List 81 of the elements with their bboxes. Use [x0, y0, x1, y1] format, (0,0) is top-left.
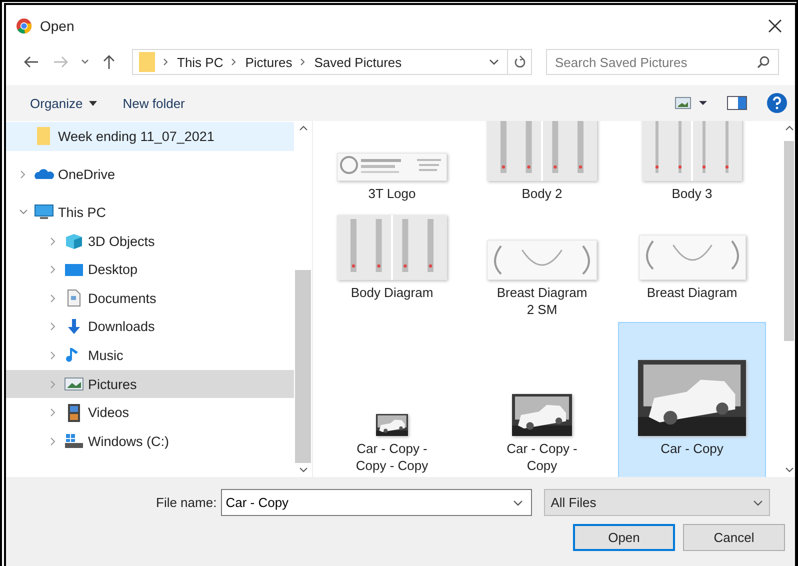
- tree-item[interactable]: This PC: [6, 198, 294, 227]
- tree-item[interactable]: Downloads: [6, 312, 294, 342]
- browser-logo-icon: [16, 18, 32, 34]
- folder-icon: [139, 51, 155, 73]
- left-arrow-icon: [23, 56, 39, 68]
- address-bar[interactable]: This PC Pictures Saved Pictures: [132, 49, 532, 75]
- chevron-right-icon[interactable]: [50, 294, 56, 303]
- pane-icon: [727, 96, 747, 110]
- file-tile[interactable]: 3T Logo: [318, 121, 466, 206]
- file-name: Body Diagram: [350, 284, 434, 301]
- toolbar-button[interactable]: New folder: [122, 96, 185, 110]
- chevron-right-icon: [300, 58, 306, 66]
- chevron-right-icon[interactable]: [50, 322, 56, 332]
- tree-item[interactable]: Windows (C:): [6, 426, 294, 456]
- tree-item[interactable]: Desktop: [6, 255, 294, 284]
- breadcrumb[interactable]: Pictures: [245, 54, 292, 70]
- chevron-right-icon[interactable]: [50, 408, 56, 418]
- tree-item[interactable]: Pictures: [6, 370, 294, 398]
- view-options-button[interactable]: [675, 97, 707, 109]
- chevron-right-icon: [163, 58, 169, 66]
- chevron-down-icon[interactable]: [18, 209, 28, 216]
- file-name: Body 3: [672, 185, 712, 202]
- file-name-field[interactable]: Car - Copy: [220, 489, 532, 516]
- file-name: 3T Logo: [368, 185, 416, 202]
- monitor-icon: [34, 203, 54, 222]
- file-name: Car - Copy - Copy - Copy: [354, 440, 430, 474]
- tree-item[interactable]: 3D Objects: [6, 226, 294, 256]
- file-tile[interactable]: Body 2: [468, 121, 616, 206]
- drive-icon: [64, 432, 84, 450]
- chevron-right-icon: [231, 58, 238, 66]
- chevron-up-icon[interactable]: [784, 125, 794, 131]
- image-icon: [675, 97, 691, 109]
- tree-item[interactable]: Week ending 11_07_2021: [6, 122, 294, 151]
- breadcrumb[interactable]: Saved Pictures: [314, 54, 402, 70]
- refresh-icon: [514, 55, 526, 69]
- tree-item[interactable]: Documents: [6, 284, 294, 313]
- file-name: Car - Copy - Copy: [506, 440, 578, 474]
- chevron-down-icon[interactable]: [512, 500, 523, 506]
- preview-pane-button[interactable]: [727, 96, 747, 110]
- file-type-dropdown[interactable]: All Files: [544, 489, 770, 516]
- chevron-down-icon: [752, 500, 763, 506]
- right-arrow-icon: [53, 56, 69, 68]
- file-tile[interactable]: Body 3: [618, 121, 766, 206]
- caret-icon: [699, 101, 707, 105]
- file-name: Car - Copy: [660, 440, 724, 457]
- chevron-down-icon: [81, 59, 89, 65]
- file-name: Body 2: [522, 185, 562, 202]
- file-name: Breast Diagram: [646, 284, 738, 301]
- dialog-button[interactable]: Cancel: [683, 524, 785, 551]
- file-tile[interactable]: Breast Diagram 2 SM: [468, 206, 616, 322]
- chevron-right-icon[interactable]: [50, 436, 56, 446]
- chevron-right-icon[interactable]: [50, 265, 56, 274]
- toolbar-button[interactable]: Organize: [30, 96, 97, 110]
- close-icon: [768, 19, 782, 33]
- chevron-right-icon[interactable]: [50, 236, 56, 246]
- breadcrumb[interactable]: This PC: [177, 54, 224, 70]
- chevron-down-icon[interactable]: [784, 467, 794, 473]
- file-name: Breast Diagram 2 SM: [496, 284, 588, 318]
- help-button[interactable]: [767, 93, 787, 113]
- file-tile[interactable]: Body Diagram: [318, 206, 466, 322]
- up-arrow-icon: [103, 54, 115, 70]
- tree-item[interactable]: Music: [6, 341, 294, 370]
- image-icon: [64, 375, 84, 394]
- tree-item[interactable]: Videos: [6, 398, 294, 427]
- help-icon: [767, 93, 787, 113]
- file-tile[interactable]: Car - Copy - Copy - Copy: [318, 322, 466, 477]
- tree-item[interactable]: OneDrive: [6, 160, 294, 189]
- cube-icon: [64, 232, 84, 250]
- file-tile[interactable]: Car - Copy: [618, 322, 766, 477]
- chevron-right-icon[interactable]: [20, 170, 26, 179]
- file-tile[interactable]: Car - Copy - Copy: [468, 322, 616, 477]
- file-tile[interactable]: Breast Diagram: [618, 206, 766, 322]
- search-icon: [757, 56, 770, 68]
- chevron-down-icon[interactable]: [298, 467, 308, 473]
- search-field[interactable]: Search Saved Pictures: [546, 49, 779, 75]
- chevron-right-icon[interactable]: [50, 350, 56, 360]
- dialog-button[interactable]: Open: [573, 524, 675, 551]
- chevron-up-icon[interactable]: [298, 125, 308, 131]
- file-name-label: File name:: [156, 495, 217, 510]
- window-title: Open: [40, 18, 74, 34]
- chevron-down-icon[interactable]: [489, 59, 499, 65]
